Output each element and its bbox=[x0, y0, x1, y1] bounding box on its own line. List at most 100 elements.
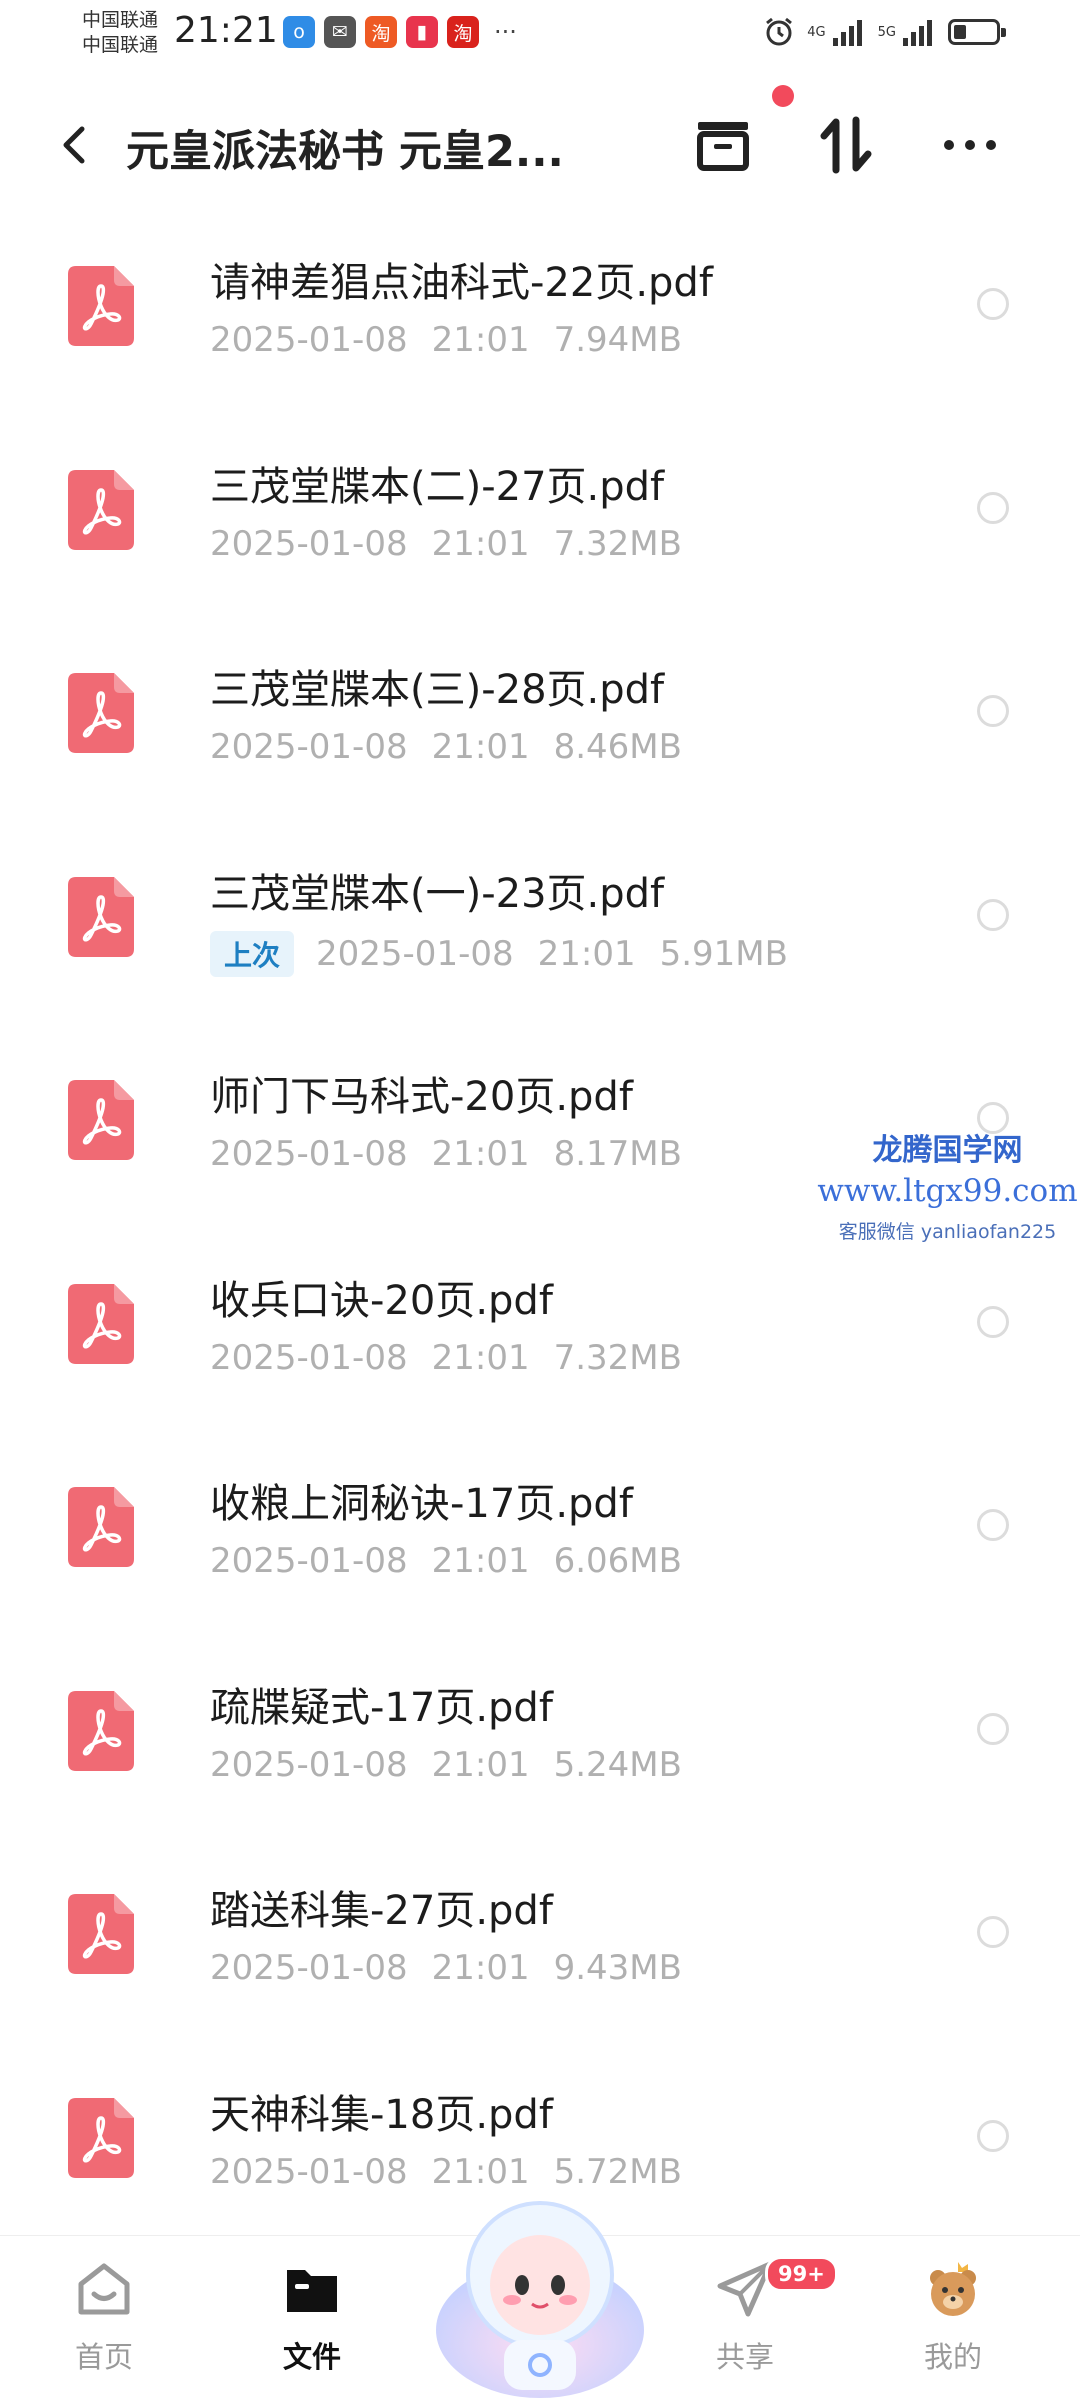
status-bar: 中国联通 中国联通 21:21 o ✉ 淘 ▮ 淘 ··· 4G 5G bbox=[0, 0, 1080, 70]
file-date: 2025-01-08 bbox=[316, 933, 514, 974]
tab-files[interactable]: 文件 bbox=[252, 2258, 372, 2376]
file-name: 三茂堂牒本(一)-23页.pdf bbox=[210, 870, 665, 917]
select-radio[interactable] bbox=[977, 1305, 1009, 1338]
file-name: 师门下马科式-20页.pdf bbox=[210, 1074, 633, 1120]
file-date: 2025-01-08 bbox=[210, 2151, 408, 2192]
tab-share[interactable]: 共享 99+ bbox=[685, 2256, 838, 2376]
wechat-icon: ✉ bbox=[324, 16, 356, 48]
taobao-icon: 淘 bbox=[365, 16, 397, 48]
file-name: 请神差猖点油科式-22页.pdf bbox=[210, 260, 713, 306]
file-date: 2025-01-08 bbox=[210, 1948, 408, 1988]
file-time: 21:01 bbox=[431, 1134, 530, 1174]
mascot-assistant-button[interactable] bbox=[432, 2180, 648, 2400]
network-type-1: 4G bbox=[807, 24, 826, 40]
status-time: 21:21 bbox=[174, 10, 278, 51]
file-name: 收粮上洞秘诀-17页.pdf bbox=[210, 1481, 633, 1527]
tab-mine[interactable]: 我的 bbox=[893, 2258, 1013, 2376]
watermark: 龙腾国学网 www.ltgx99.com 客服微信 yanliaofan225 bbox=[815, 1125, 1080, 1244]
signal-icon bbox=[832, 20, 862, 46]
file-meta: 2025-01-08 21:01 8.17MB bbox=[210, 1134, 682, 1174]
watermark-url: www.ltgx99.com bbox=[817, 1173, 1078, 1209]
pdf-file-icon bbox=[68, 2097, 134, 2178]
folder-icon bbox=[287, 2270, 337, 2312]
file-row[interactable]: 三茂堂牒本(一)-23页.pdf 上次 2025-01-08 21:01 5.91MB bbox=[0, 819, 1080, 1023]
file-date: 2025-01-08 bbox=[210, 320, 408, 360]
pdf-file-icon bbox=[68, 469, 134, 550]
file-meta: 2025-01-08 21:01 8.46MB bbox=[210, 727, 682, 767]
file-meta: 2025-01-08 21:01 6.06MB bbox=[210, 1541, 682, 1581]
select-radio[interactable] bbox=[977, 1509, 1009, 1541]
file-name: 三茂堂牒本(二)-27页.pdf bbox=[210, 463, 665, 510]
file-row[interactable]: 请神差猖点油科式-22页.pdf 2025-01-08 21:01 7.94MB bbox=[0, 208, 1080, 412]
carrier-info: 中国联通 中国联通 bbox=[82, 8, 158, 58]
file-time: 21:01 bbox=[431, 727, 530, 767]
select-radio[interactable] bbox=[977, 898, 1009, 931]
file-date: 2025-01-08 bbox=[210, 1134, 408, 1174]
more-options-icon[interactable] bbox=[935, 110, 1005, 180]
page-title: 元皇派法秘书 元皇2... bbox=[126, 127, 564, 177]
file-time: 21:01 bbox=[537, 933, 636, 974]
alarm-icon bbox=[766, 17, 793, 46]
bear-avatar-icon bbox=[930, 2262, 976, 2316]
file-meta: 2025-01-08 21:01 7.32MB bbox=[210, 1338, 682, 1378]
red-book-icon: ▮ bbox=[406, 16, 438, 48]
file-size: 8.46MB bbox=[553, 727, 682, 767]
pdf-file-icon bbox=[68, 1487, 134, 1567]
file-name: 三茂堂牒本(三)-28页.pdf bbox=[210, 667, 665, 713]
file-row[interactable]: 疏牒疑式-17页.pdf 2025-01-08 21:01 5.24MB bbox=[0, 1633, 1080, 1837]
file-size: 8.17MB bbox=[553, 1134, 682, 1174]
file-meta: 2025-01-08 21:01 7.94MB bbox=[210, 320, 682, 360]
signal-icon bbox=[903, 20, 932, 46]
tab-share-label: 共享 bbox=[715, 2340, 774, 2374]
file-size: 7.32MB bbox=[553, 523, 682, 564]
file-time: 21:01 bbox=[431, 320, 530, 360]
select-radio[interactable] bbox=[977, 288, 1009, 320]
pdf-file-icon bbox=[68, 1690, 134, 1771]
pdf-file-icon bbox=[68, 876, 134, 957]
file-row[interactable]: 踏送科集-27页.pdf 2025-01-08 21:01 9.43MB bbox=[0, 1836, 1080, 2040]
archive-icon[interactable] bbox=[688, 110, 758, 180]
watermark-contact: 客服微信 yanliaofan225 bbox=[838, 1221, 1057, 1243]
tab-files-label: 文件 bbox=[282, 2340, 341, 2374]
file-time: 21:01 bbox=[431, 1948, 530, 1988]
carrier-2: 中国联通 bbox=[82, 34, 159, 56]
file-time: 21:01 bbox=[431, 1541, 530, 1581]
pdf-file-icon bbox=[68, 1080, 134, 1160]
file-row[interactable]: 三茂堂牒本(二)-27页.pdf 2025-01-08 21:01 7.32MB bbox=[0, 412, 1080, 616]
file-size: 9.43MB bbox=[553, 1948, 682, 1988]
file-name: 踏送科集-27页.pdf bbox=[210, 1888, 553, 1934]
system-status: 4G 5G bbox=[763, 16, 1006, 48]
taobao-sale-icon: 淘 bbox=[447, 16, 479, 48]
sort-icon[interactable] bbox=[812, 110, 882, 180]
blue-app-icon: o bbox=[283, 16, 315, 48]
select-radio[interactable] bbox=[977, 1916, 1009, 1948]
file-date: 2025-01-08 bbox=[210, 523, 408, 564]
tab-home[interactable]: 首页 bbox=[44, 2258, 164, 2376]
select-radio[interactable] bbox=[977, 695, 1009, 727]
file-time: 21:01 bbox=[431, 1337, 530, 1378]
select-radio[interactable] bbox=[977, 1712, 1009, 1745]
file-meta: 2025-01-08 21:01 7.32MB bbox=[210, 524, 682, 564]
file-time: 21:01 bbox=[431, 1744, 530, 1785]
more-notifications-icon: ··· bbox=[494, 18, 517, 46]
home-icon bbox=[78, 2263, 130, 2315]
file-date: 2025-01-08 bbox=[210, 1337, 408, 1378]
file-name: 疏牒疑式-17页.pdf bbox=[210, 1684, 553, 1731]
pdf-file-icon bbox=[68, 673, 134, 753]
file-row[interactable]: 收粮上洞秘诀-17页.pdf 2025-01-08 21:01 6.06MB bbox=[0, 1429, 1080, 1633]
file-time: 21:01 bbox=[431, 523, 530, 564]
file-size: 7.32MB bbox=[553, 1337, 682, 1378]
share-count-badge: 99+ bbox=[765, 2256, 838, 2292]
top-navbar: 元皇派法秘书 元皇2... bbox=[0, 95, 1080, 195]
file-date: 2025-01-08 bbox=[210, 1541, 408, 1581]
file-size: 5.91MB bbox=[659, 933, 788, 974]
select-radio[interactable] bbox=[977, 2119, 1009, 2152]
watermark-site-name: 龙腾国学网 bbox=[872, 1133, 1023, 1168]
file-date: 2025-01-08 bbox=[210, 727, 408, 767]
select-radio[interactable] bbox=[977, 491, 1009, 524]
file-row[interactable]: 三茂堂牒本(三)-28页.pdf 2025-01-08 21:01 8.46MB bbox=[0, 615, 1080, 819]
file-name: 收兵口诀-20页.pdf bbox=[210, 1277, 553, 1324]
back-arrow-icon[interactable] bbox=[50, 117, 100, 173]
file-size: 6.06MB bbox=[553, 1541, 682, 1581]
file-row[interactable]: 收兵口诀-20页.pdf 2025-01-08 21:01 7.32MB bbox=[0, 1226, 1080, 1430]
